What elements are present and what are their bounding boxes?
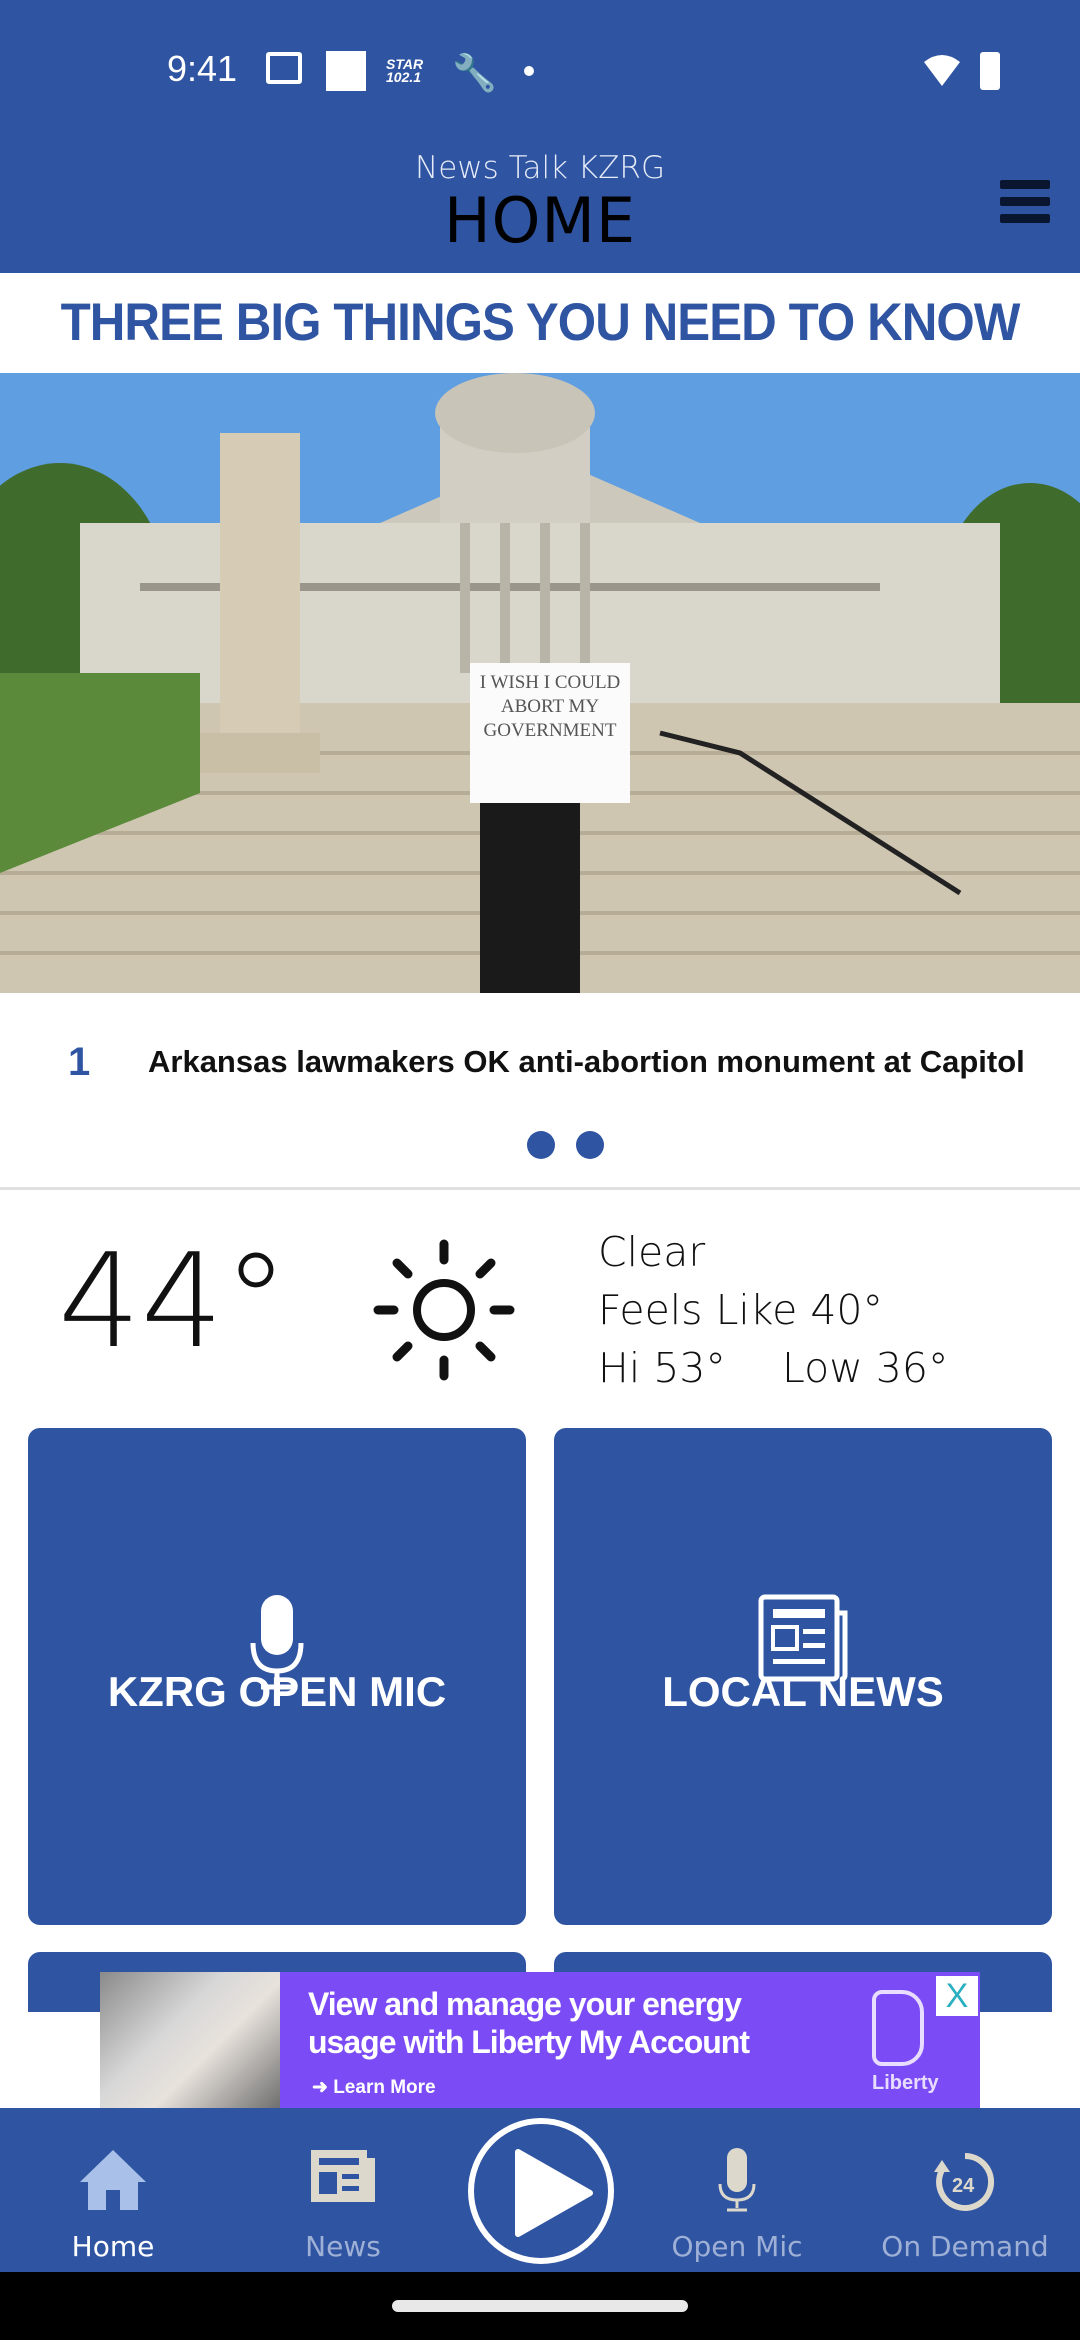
play-icon bbox=[515, 2149, 593, 2237]
square-icon bbox=[326, 51, 366, 91]
station-name: News Talk KZRG bbox=[415, 150, 665, 186]
tile-open-mic[interactable]: KZRG OPEN MIC bbox=[28, 1428, 526, 1925]
nav-open-mic[interactable]: Open Mic bbox=[632, 2108, 842, 2272]
play-button[interactable] bbox=[468, 2118, 614, 2264]
section-title: THREE BIG THINGS YOU NEED TO KNOW bbox=[60, 293, 1021, 352]
section-header: THREE BIG THINGS YOU NEED TO KNOW bbox=[0, 273, 1080, 373]
tile-label: LOCAL NEWS bbox=[662, 1668, 944, 1715]
nav-label: Open Mic bbox=[671, 2230, 803, 2263]
low-temp: Low 36° bbox=[782, 1344, 949, 1392]
divider bbox=[0, 1187, 1080, 1190]
carousel-dot-1[interactable] bbox=[527, 1131, 555, 1159]
liberty-logo-icon bbox=[872, 1990, 924, 2066]
bottom-nav: Home News Open Mic 24 On Demand bbox=[0, 2108, 1080, 2272]
ad-brand: Liberty bbox=[872, 2072, 939, 2094]
ad-cta-label: Learn More bbox=[333, 2077, 436, 2098]
status-bar: 9:41 STAR 102.1 🔧 bbox=[0, 0, 1080, 130]
story-headline[interactable]: Arkansas lawmakers OK anti-abortion monu… bbox=[148, 1044, 1025, 1080]
nav-on-demand[interactable]: 24 On Demand bbox=[860, 2108, 1070, 2272]
carousel-caption[interactable]: 1 Arkansas lawmakers OK anti-abortion mo… bbox=[0, 1030, 1080, 1100]
dot-icon bbox=[524, 66, 534, 76]
tile-label: KZRG OPEN MIC bbox=[107, 1668, 447, 1715]
feels-like: Feels Like 40° bbox=[598, 1286, 884, 1334]
carousel-image[interactable]: I WISH I COULD ABORT MY GOVERNMENT bbox=[0, 373, 1080, 993]
ad-line-2: usage with Liberty My Account bbox=[308, 2024, 750, 2060]
wrench-icon: 🔧 bbox=[452, 52, 497, 93]
high-temp: Hi 53° bbox=[598, 1344, 726, 1392]
sun-icon bbox=[373, 1239, 515, 1381]
tile-local-news[interactable]: LOCAL NEWS bbox=[554, 1428, 1052, 1925]
ad-close-button[interactable]: X bbox=[936, 1976, 978, 2016]
carousel-dot-2[interactable] bbox=[576, 1131, 604, 1159]
newspaper-icon bbox=[311, 2150, 375, 2202]
on-demand-badge: 24 bbox=[952, 2175, 975, 2197]
nav-label: News bbox=[305, 2230, 381, 2263]
home-icon bbox=[80, 2150, 146, 2210]
star-102-icon: STAR 102.1 bbox=[386, 56, 424, 85]
app-header: News Talk KZRG HOME bbox=[0, 130, 1080, 273]
nav-label: On Demand bbox=[881, 2230, 1049, 2263]
page-title: HOME bbox=[443, 184, 637, 257]
microphone-icon bbox=[718, 2148, 756, 2212]
protest-sign-text: I WISH I COULD ABORT MY GOVERNMENT bbox=[479, 672, 621, 741]
weather-condition: Clear bbox=[598, 1228, 706, 1276]
nav-news[interactable]: News bbox=[238, 2108, 448, 2272]
ad-cta[interactable]: ➜ Learn More bbox=[312, 2076, 436, 2099]
gmail-icon bbox=[266, 52, 302, 84]
battery-icon bbox=[980, 52, 1000, 90]
clock: 9:41 bbox=[167, 48, 238, 89]
current-temperature: 44° bbox=[58, 1225, 289, 1377]
wifi-icon bbox=[924, 55, 960, 86]
ad-banner[interactable]: View and manage your energy usage with L… bbox=[100, 1972, 980, 2108]
replay-24-icon: 24 bbox=[934, 2153, 995, 2211]
hamburger-menu-icon[interactable] bbox=[1000, 180, 1050, 223]
story-number: 1 bbox=[68, 1040, 91, 1084]
ad-image bbox=[100, 1972, 280, 2108]
nav-label: Home bbox=[71, 2230, 155, 2263]
nav-home[interactable]: Home bbox=[8, 2108, 218, 2272]
ad-line-1: View and manage your energy bbox=[308, 1986, 742, 2022]
home-gesture-handle[interactable] bbox=[392, 2300, 688, 2312]
